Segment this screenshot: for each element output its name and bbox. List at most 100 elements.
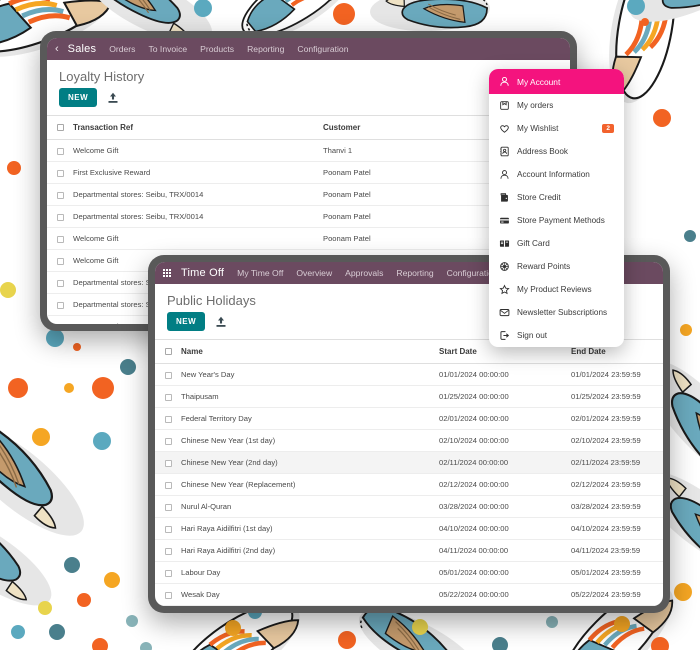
table-row[interactable]: Agong's Birthday06/03/2024 00:00:0006/03… xyxy=(155,605,663,606)
table-row[interactable]: Hari Raya Aidilfitri (1st day) 04/10/2024… xyxy=(155,517,663,540)
sales-menu-products[interactable]: Products xyxy=(200,44,234,54)
account-menu-item-store-credit[interactable]: Store Credit xyxy=(489,186,624,209)
account-menu-item-my-orders[interactable]: My orders xyxy=(489,94,624,117)
row-select-cell[interactable] xyxy=(47,161,69,184)
select-all-header[interactable] xyxy=(47,115,69,140)
row-select-cell[interactable] xyxy=(155,605,177,606)
apps-grid-icon[interactable] xyxy=(163,268,172,278)
row-select-cell[interactable] xyxy=(155,385,177,408)
select-all-checkbox[interactable] xyxy=(57,124,64,132)
select-all-checkbox[interactable] xyxy=(165,348,172,356)
timeoff-brand-label[interactable]: Time Off xyxy=(181,267,224,279)
row-select-cell[interactable] xyxy=(47,183,69,206)
row-checkbox[interactable] xyxy=(57,169,64,177)
sales-menu-configuration[interactable]: Configuration xyxy=(297,44,348,54)
row-select-cell[interactable] xyxy=(155,363,177,386)
table-row[interactable]: Chinese New Year (2nd day) 02/11/2024 00:… xyxy=(155,451,663,474)
row-select-cell[interactable] xyxy=(47,315,69,324)
sales-menu-orders[interactable]: Orders xyxy=(109,44,135,54)
sales-brand-label[interactable]: Sales xyxy=(68,43,97,55)
row-checkbox[interactable] xyxy=(165,503,172,511)
account-menu-item-label: Account Information xyxy=(517,170,590,179)
user-outline-icon xyxy=(499,169,510,180)
column-name[interactable]: Name xyxy=(177,339,435,364)
row-checkbox[interactable] xyxy=(165,415,172,423)
public-holidays-body: New Year's Day 01/01/2024 00:00:00 01/01/2… xyxy=(155,363,663,606)
row-select-cell[interactable] xyxy=(47,293,69,316)
table-row[interactable]: Wesak Day 05/22/2024 00:00:00 05/22/2024 2… xyxy=(155,583,663,606)
cell-end-date: 04/10/2024 23:59:59 xyxy=(567,517,663,540)
row-checkbox[interactable] xyxy=(165,371,172,379)
timeoff-menu-my-time-off[interactable]: My Time Off xyxy=(237,268,283,278)
cell-start-date: 05/22/2024 00:00:00 xyxy=(435,583,567,606)
row-checkbox[interactable] xyxy=(165,547,172,555)
account-menu-item-account-information[interactable]: Account Information xyxy=(489,163,624,186)
cell-end-date: 03/28/2024 23:59:59 xyxy=(567,495,663,518)
row-checkbox[interactable] xyxy=(57,323,64,324)
timeoff-new-button[interactable]: NEW xyxy=(167,312,206,331)
sales-new-button[interactable]: NEW xyxy=(59,88,98,107)
row-checkbox[interactable] xyxy=(165,569,172,577)
row-checkbox[interactable] xyxy=(57,213,64,221)
cell-start-date: 02/01/2024 00:00:00 xyxy=(435,407,567,430)
account-menu-item-store-payment-methods[interactable]: Store Payment Methods xyxy=(489,209,624,232)
row-select-cell[interactable] xyxy=(155,495,177,518)
row-checkbox[interactable] xyxy=(165,437,172,445)
timeoff-menu-approvals[interactable]: Approvals xyxy=(345,268,383,278)
row-checkbox[interactable] xyxy=(165,459,172,467)
account-menu-item-sign-out[interactable]: Sign out xyxy=(489,324,624,347)
account-dropdown-menu[interactable]: My Account My orders My Wishlist 2 Address … xyxy=(489,69,624,347)
table-row[interactable]: Nurul Al-Quran 03/28/2024 00:00:00 03/28/2… xyxy=(155,495,663,518)
row-checkbox[interactable] xyxy=(165,525,172,533)
row-select-cell[interactable] xyxy=(47,205,69,228)
table-row[interactable]: Hari Raya Aidilfitri (2nd day) 04/11/2024… xyxy=(155,539,663,562)
select-all-header[interactable] xyxy=(155,339,177,364)
table-row[interactable]: Chinese New Year (Replacement) 02/12/2024… xyxy=(155,473,663,496)
upload-icon[interactable] xyxy=(107,92,119,104)
row-checkbox[interactable] xyxy=(57,147,64,155)
row-select-cell[interactable] xyxy=(155,561,177,584)
account-menu-item-my-product-reviews[interactable]: My Product Reviews xyxy=(489,278,624,301)
row-checkbox[interactable] xyxy=(57,257,64,265)
timeoff-menu-overview[interactable]: Overview xyxy=(296,268,332,278)
row-checkbox[interactable] xyxy=(165,591,172,599)
account-menu-item-label: My orders xyxy=(517,101,554,110)
row-select-cell[interactable] xyxy=(155,451,177,474)
upload-icon[interactable] xyxy=(215,316,227,328)
sales-menu-reporting[interactable]: Reporting xyxy=(247,44,284,54)
row-select-cell[interactable] xyxy=(155,429,177,452)
row-select-cell[interactable] xyxy=(155,473,177,496)
row-select-cell[interactable] xyxy=(155,517,177,540)
row-select-cell[interactable] xyxy=(47,249,69,272)
table-row[interactable]: New Year's Day 01/01/2024 00:00:00 01/01/2… xyxy=(155,363,663,386)
row-select-cell[interactable] xyxy=(155,407,177,430)
row-select-cell[interactable] xyxy=(155,539,177,562)
account-menu-item-reward-points[interactable]: Reward Points xyxy=(489,255,624,278)
cell-end-date: 02/10/2024 23:59:59 xyxy=(567,429,663,452)
column-transaction-ref[interactable]: Transaction Ref xyxy=(69,115,319,140)
table-row[interactable]: Thaipusam 01/25/2024 00:00:00 01/25/2024 2… xyxy=(155,385,663,408)
row-checkbox[interactable] xyxy=(57,191,64,199)
row-select-cell[interactable] xyxy=(47,227,69,250)
row-select-cell[interactable] xyxy=(155,583,177,606)
row-checkbox[interactable] xyxy=(57,301,64,309)
account-menu-item-newsletter-subscriptions[interactable]: Newsletter Subscriptions xyxy=(489,301,624,324)
row-select-cell[interactable] xyxy=(47,271,69,294)
sales-menu-to-invoice[interactable]: To Invoice xyxy=(148,44,187,54)
row-checkbox[interactable] xyxy=(165,393,172,401)
chevron-left-icon[interactable]: ‹ xyxy=(55,43,59,55)
account-menu-item-address-book[interactable]: Address Book xyxy=(489,140,624,163)
row-checkbox[interactable] xyxy=(57,279,64,287)
timeoff-menu-reporting[interactable]: Reporting xyxy=(396,268,433,278)
cell-end-date: 04/11/2024 23:59:59 xyxy=(567,539,663,562)
table-row[interactable]: Labour Day 05/01/2024 00:00:00 05/01/2024 … xyxy=(155,561,663,584)
account-menu-item-my-wishlist[interactable]: My Wishlist 2 xyxy=(489,117,624,140)
row-checkbox[interactable] xyxy=(165,481,172,489)
account-menu-header[interactable]: My Account xyxy=(489,69,624,94)
account-menu-item-gift-card[interactable]: Gift Card xyxy=(489,232,624,255)
row-select-cell[interactable] xyxy=(47,139,69,162)
row-checkbox[interactable] xyxy=(57,235,64,243)
table-row[interactable]: Chinese New Year (1st day) 02/10/2024 00:… xyxy=(155,429,663,452)
cell-end-date: 01/25/2024 23:59:59 xyxy=(567,385,663,408)
table-row[interactable]: Federal Territory Day 02/01/2024 00:00:00… xyxy=(155,407,663,430)
